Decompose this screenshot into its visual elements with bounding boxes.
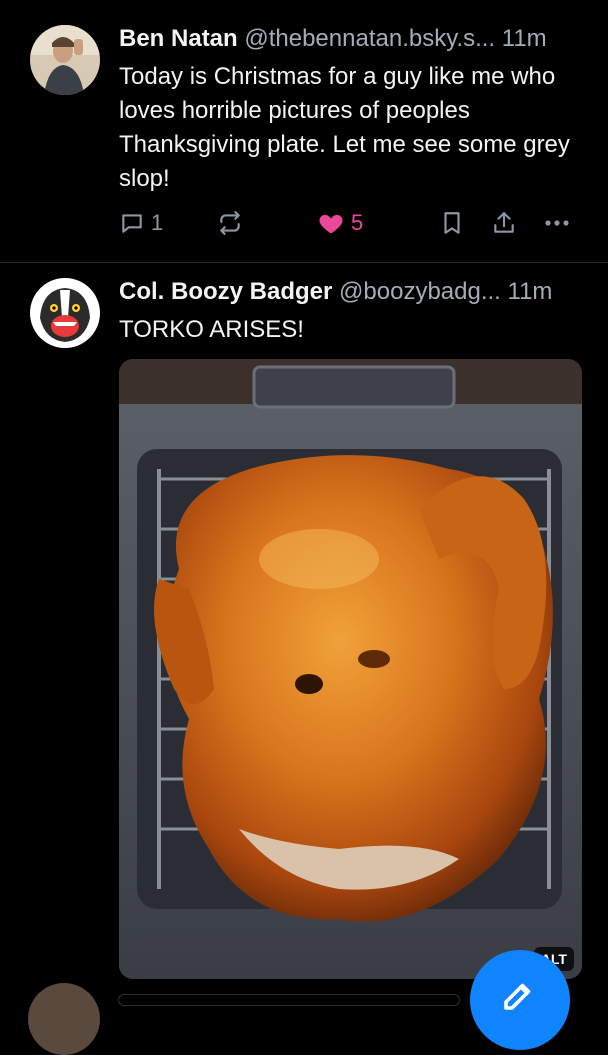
quoted-post-preview[interactable] [118, 994, 460, 1006]
compose-icon [500, 978, 536, 1019]
avatar[interactable] [30, 278, 100, 348]
post-text: TORKO ARISES! [119, 316, 304, 343]
compose-button[interactable] [470, 950, 570, 1050]
author-name[interactable]: Col. Boozy Badger [119, 278, 332, 305]
post-boozy-badger[interactable]: Col. Boozy Badger @boozybadg... 11m TORK… [0, 0, 608, 1000]
post-image-roast-turkey[interactable]: ALT [119, 359, 582, 979]
author-handle[interactable]: @boozybadg... [339, 278, 501, 305]
post-header: Col. Boozy Badger @boozybadg... 11m [119, 276, 584, 308]
post-time[interactable]: 11m [508, 278, 553, 305]
avatar[interactable] [28, 983, 100, 1055]
